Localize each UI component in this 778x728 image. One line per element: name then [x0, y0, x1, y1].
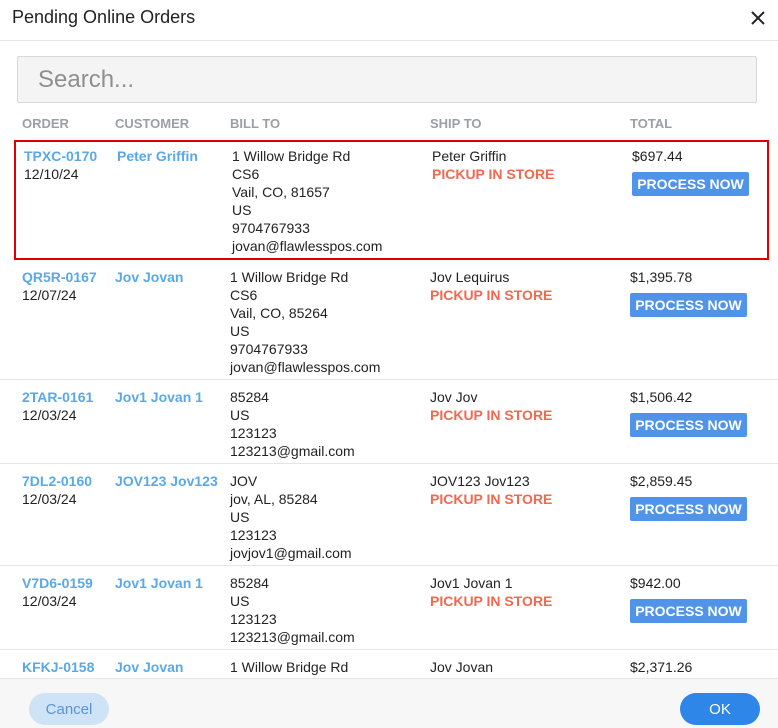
ship-to-name: JOV123 Jov123: [430, 473, 530, 489]
search-input[interactable]: [18, 57, 756, 102]
col-header-customer: CUSTOMER: [115, 116, 190, 131]
order-date: 12/10/24: [24, 166, 79, 182]
search-box: [17, 56, 757, 103]
bill-to-line: US: [230, 407, 250, 423]
ship-to-name: Jov Lequirus: [430, 269, 510, 285]
bill-to-line: US: [232, 202, 252, 218]
bill-to-line: 1 Willow Bridge Rd: [232, 148, 351, 164]
order-number-link[interactable]: TPXC-0170: [24, 147, 97, 165]
order-row[interactable]: TPXC-0170 12/10/24 Peter Griffin 1 Willo…: [14, 140, 769, 260]
order-number-link[interactable]: KFKJ-0158: [22, 658, 94, 676]
order-total: $1,395.78: [630, 269, 693, 285]
bill-to-line: CS6: [232, 166, 260, 182]
ship-to-name: Peter Griffin: [432, 148, 507, 164]
ship-to-name: Jov Jovan: [430, 659, 494, 675]
order-number-link[interactable]: 2TAR-0161: [22, 388, 93, 406]
bill-to-line: 85284: [230, 575, 269, 591]
order-row[interactable]: KFKJ-0158 12/03/24 Jov Jovan 1 Willow Br…: [0, 650, 778, 678]
bill-to-line: 1 Willow Bridge Rd: [230, 659, 349, 675]
process-now-button[interactable]: PROCESS NOW: [630, 413, 747, 437]
ship-to-name: Jov1 Jovan 1: [430, 575, 513, 591]
ship-method: PICKUP IN STORE: [430, 491, 553, 507]
order-number-link[interactable]: V7D6-0159: [22, 574, 93, 592]
bill-to-line: 123123: [230, 425, 277, 441]
ship-method: PICKUP IN STORE: [432, 166, 555, 182]
close-icon[interactable]: [746, 6, 770, 30]
bill-to-address: JOV jov, AL, 85284 US 123123 jovjov1@gmail.c…: [230, 472, 352, 562]
bill-to-line: 9704767933: [232, 220, 310, 236]
bill-to-line: 123123: [230, 611, 277, 627]
order-row[interactable]: QR5R-0167 12/07/24 Jov Jovan 1 Willow Br…: [0, 260, 778, 380]
dialog-header: Pending Online Orders: [0, 0, 778, 41]
ok-button[interactable]: OK: [680, 693, 760, 725]
bill-to-line: US: [230, 323, 250, 339]
bill-to-line: US: [230, 509, 250, 525]
order-date: 12/07/24: [22, 287, 77, 303]
column-headers: ORDER CUSTOMER BILL TO SHIP TO TOTAL: [0, 116, 778, 136]
customer-link[interactable]: Jov Jovan: [115, 269, 183, 285]
order-date: 12/03/24: [22, 407, 77, 423]
process-now-button[interactable]: PROCESS NOW: [632, 172, 749, 196]
bill-to-line: 85284: [230, 389, 269, 405]
bill-to-line: jovan@flawlesspos.com: [230, 359, 381, 375]
ship-method: PICKUP IN STORE: [430, 593, 553, 609]
order-number-link[interactable]: 7DL2-0160: [22, 472, 92, 490]
dialog-footer: Cancel OK: [0, 678, 778, 728]
order-total: $697.44: [632, 148, 683, 164]
order-date: 12/03/24: [22, 491, 77, 507]
bill-to-line: jovjov1@gmail.com: [230, 545, 352, 561]
bill-to-line: US: [230, 593, 250, 609]
bill-to-line: 1 Willow Bridge Rd: [230, 269, 349, 285]
col-header-order: ORDER: [22, 116, 69, 131]
customer-link[interactable]: Jov Jovan: [115, 659, 183, 675]
bill-to-line: 123213@gmail.com: [230, 629, 355, 645]
process-now-button[interactable]: PROCESS NOW: [630, 599, 747, 623]
customer-link[interactable]: JOV123 Jov123: [115, 473, 218, 489]
order-total: $2,371.26: [630, 659, 693, 675]
ship-to-name: Jov Jov: [430, 389, 478, 405]
col-header-bill-to: BILL TO: [230, 116, 281, 131]
bill-to-line: JOV: [230, 473, 258, 489]
bill-to-address: 85284 US 123123 123213@gmail.com: [230, 388, 355, 460]
bill-to-line: Vail, CO, 81657: [232, 184, 330, 200]
bill-to-line: jovan@flawlesspos.com: [232, 238, 383, 254]
bill-to-address: 85284 US 123123 123213@gmail.com: [230, 574, 355, 646]
bill-to-line: 9704767933: [230, 341, 308, 357]
bill-to-line: Vail, CO, 85264: [230, 305, 328, 321]
ship-method: PICKUP IN STORE: [430, 287, 553, 303]
col-header-total: TOTAL: [630, 116, 673, 131]
col-header-ship-to: SHIP TO: [430, 116, 482, 131]
process-now-button[interactable]: PROCESS NOW: [630, 497, 747, 521]
bill-to-line: 123123: [230, 527, 277, 543]
process-now-button[interactable]: PROCESS NOW: [630, 293, 747, 317]
bill-to-address: 1 Willow Bridge RdCS6: [230, 658, 348, 678]
bill-to-address: 1 Willow Bridge Rd CS6 Vail, CO, 85264 US 97…: [230, 268, 380, 376]
orders-list: TPXC-0170 12/10/24 Peter Griffin 1 Willo…: [0, 140, 778, 678]
dialog-title: Pending Online Orders: [12, 7, 196, 27]
order-row[interactable]: 2TAR-0161 12/03/24 Jov1 Jovan 1 85284 US 1…: [0, 380, 778, 464]
order-row[interactable]: V7D6-0159 12/03/24 Jov1 Jovan 1 85284 US 1…: [0, 566, 778, 650]
order-number-link[interactable]: QR5R-0167: [22, 268, 97, 286]
customer-link[interactable]: Peter Griffin: [117, 148, 198, 164]
order-total: $942.00: [630, 575, 681, 591]
bill-to-line: jov, AL, 85284: [230, 491, 318, 507]
order-row[interactable]: 7DL2-0160 12/03/24 JOV123 Jov123 JOV jov,…: [0, 464, 778, 566]
cancel-button[interactable]: Cancel: [29, 693, 109, 725]
bill-to-line: 123213@gmail.com: [230, 443, 355, 459]
bill-to-address: 1 Willow Bridge Rd CS6 Vail, CO, 81657 US 97…: [232, 147, 382, 255]
order-date: 12/03/24: [22, 593, 77, 609]
ship-method: PICKUP IN STORE: [430, 407, 553, 423]
customer-link[interactable]: Jov1 Jovan 1: [115, 389, 203, 405]
order-total: $1,506.42: [630, 389, 693, 405]
bill-to-line: CS6: [230, 287, 258, 303]
customer-link[interactable]: Jov1 Jovan 1: [115, 575, 203, 591]
order-total: $2,859.45: [630, 473, 693, 489]
